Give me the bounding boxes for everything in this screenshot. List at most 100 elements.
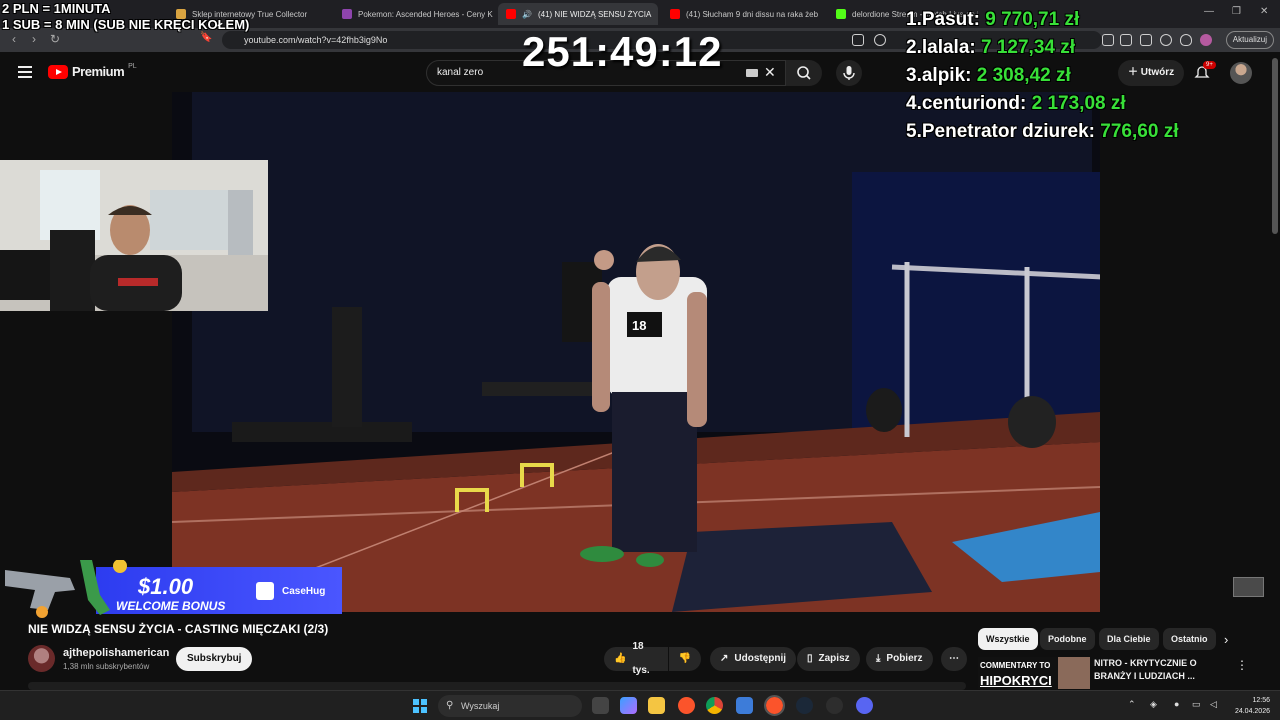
tab-label: (41) NIE WIDZĄ SENSU ŻYCIA [537,9,652,19]
keyboard-icon[interactable] [746,69,758,77]
menu-icon[interactable] [18,66,32,81]
save-label: Zapisz [818,653,850,664]
page-scrollbar[interactable] [1272,58,1278,234]
channel-avatar[interactable] [28,645,55,672]
tab-label: (41) Słucham 9 dni dissu na raka żeb [686,9,819,19]
pricecharting-favicon-icon [342,9,352,19]
mini-player-thumbnail[interactable] [1233,577,1264,597]
minimize-icon[interactable]: — [1204,6,1214,17]
close-tab-icon[interactable]: ✕ [657,9,658,20]
recommended-video-title[interactable]: NITRO - KRYTYCZNIE O BRANŻY I LUDZIACH .… [1094,657,1214,683]
chip-related[interactable]: Podobne [1040,628,1095,650]
youtube-play-icon [48,64,68,79]
save-button[interactable]: ▯ Zapisz [797,647,860,671]
download-icon: ⤓ [876,653,881,664]
youtube-favicon-icon [506,9,516,19]
dislike-button[interactable]: 👎 [669,647,701,671]
forward-icon[interactable]: › [32,32,36,46]
network-icon[interactable]: ▭ [1192,699,1201,710]
more-actions-button[interactable]: ⋯ [941,647,967,671]
subathon-timer: 251:49:12 [522,28,723,75]
tray-app-icon[interactable]: ◈ [1150,699,1157,710]
youtube-brand-label: Premium [72,64,125,79]
search-icon [797,66,811,80]
browser-tab-active[interactable]: 🔊 (41) NIE WIDZĄ SENSU ŻYCIA ✕ [498,3,658,25]
steam-icon[interactable] [796,697,813,714]
thumbs-up-icon: 👍 [614,653,627,664]
channel-subscriber-count: 1,38 mln subskrybentów [63,662,150,671]
ad-amount: $1.00 [138,574,194,599]
description-box[interactable] [28,682,966,690]
bib-number: 18 [632,318,647,333]
bookmark-icon[interactable]: 🔖 [200,32,212,43]
task-view-icon[interactable] [592,697,609,714]
back-icon[interactable]: ‹ [12,32,16,46]
leaderboard-row: 2.lalala: 7 127,34 zł [906,37,1076,58]
copilot-icon[interactable] [620,697,637,714]
chip-for-you[interactable]: Dla Ciebie [1099,628,1159,650]
share-button[interactable]: ↗ Udostępnij [710,647,797,671]
voice-search-button[interactable] [836,60,862,86]
maximize-icon[interactable]: ❐ [1232,6,1241,17]
bookmark-icon: ▯ [807,653,813,664]
close-window-icon[interactable]: ✕ [1260,6,1268,17]
rate-line-sub: 1 SUB = 8 MIN (SUB NIE KRĘCI KOŁEM) [2,17,250,32]
clock-date: 24.04.2026 [1234,708,1270,715]
video-title: NIE WIDZĄ SENSU ŻYCIA - CASTING MIĘCZAKI… [28,622,329,636]
windows-start-icon[interactable] [413,699,427,713]
chip-recent[interactable]: Ostatnio [1163,628,1216,650]
microphone-icon[interactable]: ● [1174,699,1179,709]
account-avatar[interactable] [1230,62,1252,84]
volume-icon[interactable]: ◁ [1210,699,1217,710]
file-explorer-icon[interactable] [648,697,665,714]
discord-icon[interactable] [856,697,873,714]
download-button[interactable]: ⤓ Pobierz [866,647,933,671]
thumb-text-top: COMMENTARY TO [980,661,1051,670]
more-vertical-icon[interactable]: ⋮ [1236,658,1248,672]
chrome-icon[interactable] [706,697,723,714]
casehug-ad-banner[interactable]: $1.00 WELCOME BONUS CaseHug [0,560,342,618]
search-icon: ⚲ [446,700,454,711]
video-player[interactable]: 18 [172,92,1100,612]
system-clock[interactable]: 12:56 24.04.2026 [1228,695,1270,717]
streamer-webcam [0,160,268,311]
browser-tab[interactable]: Pokemon: Ascended Heroes - Ceny K [334,3,494,25]
windows-taskbar: Wyszukaj ⚲ ⌃ ◈ ● ▭ ◁ 12:56 24.04.2026 [0,690,1280,720]
youtube-favicon-icon [670,9,680,19]
reload-icon[interactable]: ↻ [50,32,60,46]
leaderboard-row: 5.Penetrator dziurek: 776,60 zł [906,121,1179,142]
thumb-face [1058,657,1090,689]
shield-icon[interactable] [1180,34,1192,46]
donation-rate-text: 2 PLN = 1MINUTA 1 SUB = 8 MIN (SUB NIE K… [2,1,249,33]
chevron-right-icon[interactable]: › [1224,632,1228,647]
clock-time: 12:56 [1252,697,1270,704]
taskbar-search-input[interactable]: Wyszukaj [438,695,582,717]
leaderboard-row: 4.centuriond: 2 173,08 zł [906,93,1126,114]
leaderboard-row: 1.Pasut: 9 770,71 zł [906,9,1080,30]
like-button[interactable]: 👍 18 tys. [604,641,668,676]
tray-chevron-icon[interactable]: ⌃ [1128,699,1136,710]
chip-all[interactable]: Wszystkie [978,628,1038,650]
share-icon: ↗ [720,653,729,664]
recommended-video-thumbnail[interactable]: COMMENTARY TO HIPOKRYCI [978,657,1090,689]
webcam-frame [0,160,268,311]
profile-icon[interactable] [1200,34,1212,46]
update-button[interactable]: Aktualizuj [1225,31,1274,49]
subscribe-button[interactable]: Subskrybuj [176,647,253,671]
brave-active-icon[interactable] [764,695,785,716]
share-page-icon[interactable] [874,34,886,46]
obs-icon[interactable] [826,697,843,714]
youtube-logo[interactable]: Premium PL [48,63,137,79]
channel-name[interactable]: ajthepolishamerican [63,647,169,659]
download-label: Pobierz [886,653,923,664]
search-button[interactable] [786,60,822,86]
clear-search-icon[interactable]: ✕ [764,64,776,81]
ad-bonus-text: WELCOME BONUS [116,599,226,613]
brave-browser-icon[interactable] [678,697,695,714]
cast-icon[interactable] [852,34,864,46]
browser-tab[interactable]: (41) Słucham 9 dni dissu na raka żeb [662,3,822,25]
speaker-icon[interactable]: 🔊 [522,10,532,19]
rate-line-pln: 2 PLN = 1MINUTA [2,1,111,16]
ad-brand: CaseHug [282,586,326,597]
app-icon[interactable] [736,697,753,714]
